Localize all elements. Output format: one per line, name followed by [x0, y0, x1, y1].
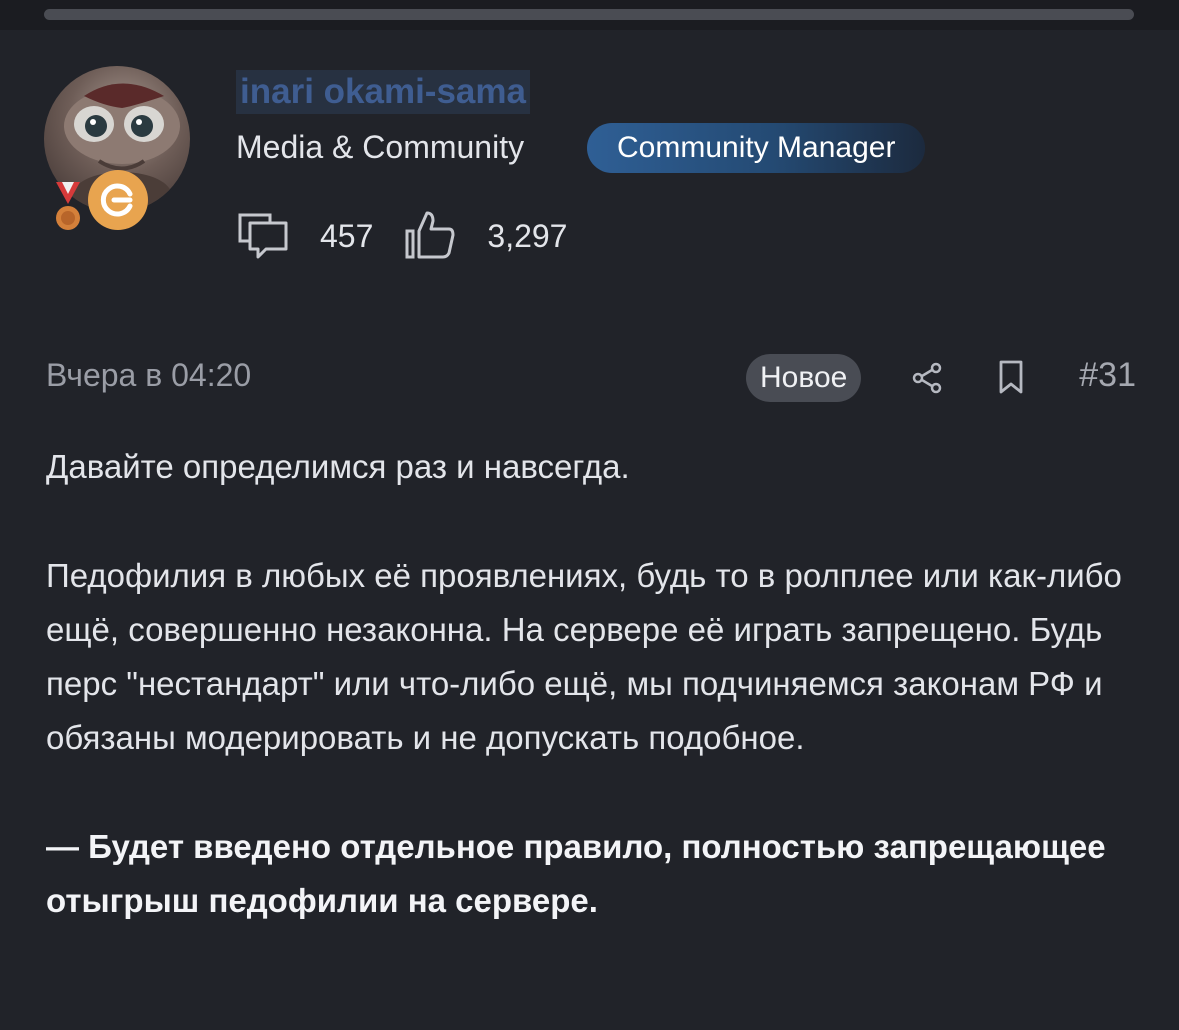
role-badge: Community Manager — [587, 123, 926, 173]
post-paragraph: Педофилия в любых её проявлениях, будь т… — [46, 557, 1122, 756]
username-link[interactable]: inari okami-sama — [236, 70, 530, 114]
likes-count: 3,297 — [487, 217, 568, 254]
user-avatar-block[interactable] — [44, 66, 190, 230]
bookmark-icon[interactable] — [996, 360, 1026, 394]
thumbs-up-icon — [405, 211, 455, 259]
top-bar — [0, 0, 1179, 30]
post-meta: Вчера в 04:20 Новое #31 — [46, 352, 1136, 402]
top-scrollbar[interactable] — [44, 9, 1134, 20]
post-number-link[interactable]: #31 — [1079, 352, 1136, 398]
new-badge: Новое — [746, 354, 862, 402]
messages-count: 457 — [320, 217, 374, 254]
post-content: Давайте определимся раз и навсегда. Педо… — [46, 440, 1136, 928]
post-time[interactable]: Вчера в 04:20 — [46, 352, 251, 398]
share-icon[interactable] — [912, 362, 944, 394]
user-stats: 457 3,297 — [236, 206, 597, 266]
post-paragraph-bold: — Будет введено отдельное правило, полно… — [46, 828, 1106, 919]
user-group: Media & Community — [236, 129, 525, 165]
medal-icon — [56, 182, 80, 230]
post-paragraph: Давайте определимся раз и навсегда. — [46, 448, 630, 485]
messages-icon — [238, 213, 288, 259]
g-badge-icon — [88, 170, 148, 230]
